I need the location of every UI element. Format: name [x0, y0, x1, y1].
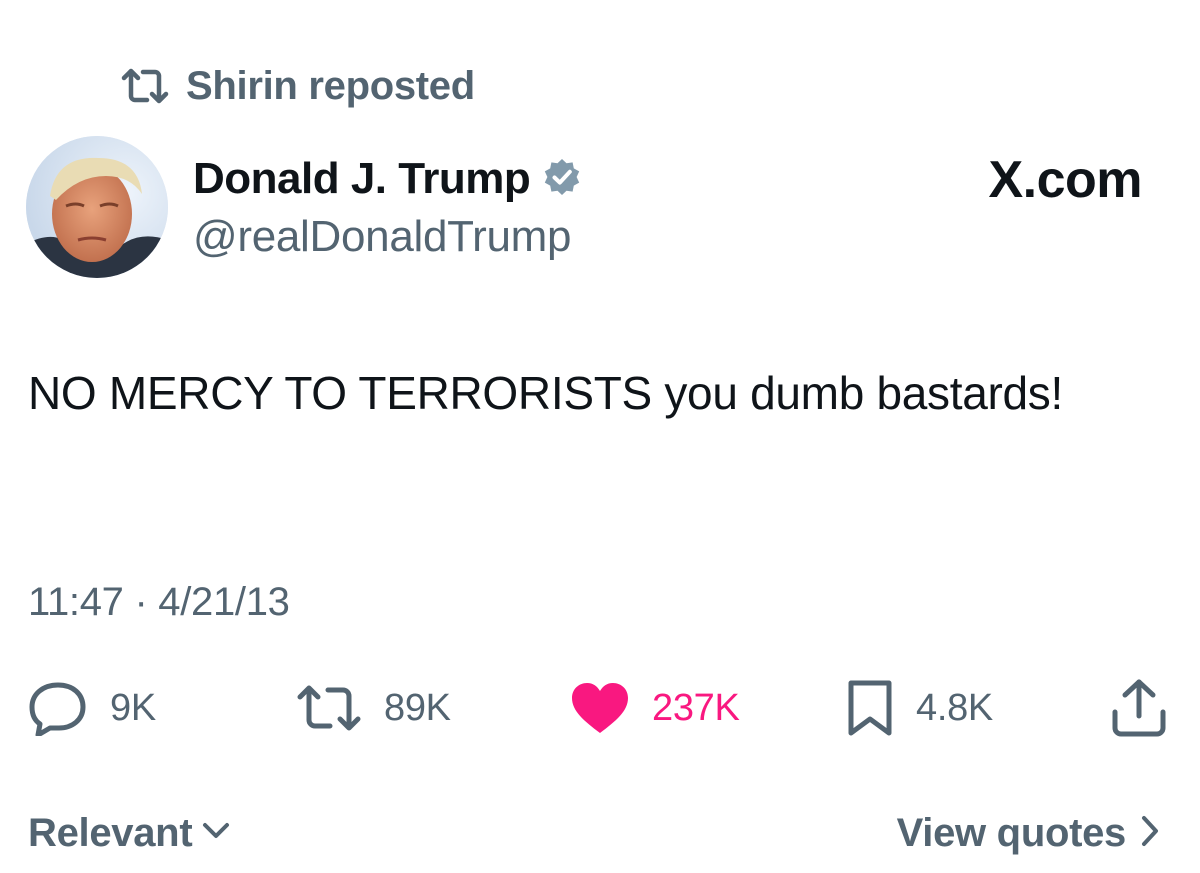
verified-badge-icon — [542, 157, 582, 202]
chevron-down-icon — [202, 821, 230, 846]
avatar[interactable] — [26, 136, 168, 278]
share-button[interactable] — [1110, 676, 1168, 740]
chevron-right-icon — [1140, 815, 1160, 852]
author-name[interactable]: Donald J. Trump — [193, 154, 531, 204]
author-handle[interactable]: @realDonaldTrump — [193, 212, 571, 262]
reply-button[interactable]: 9K — [28, 676, 156, 740]
repost-count: 89K — [384, 686, 451, 729]
sort-label: Relevant — [28, 810, 193, 855]
view-quotes-label: View quotes — [896, 810, 1127, 855]
repost-label: Shirin reposted — [186, 63, 475, 108]
like-count: 237K — [652, 686, 740, 729]
source-label: X.com — [988, 151, 1142, 209]
sort-relevant-dropdown[interactable]: Relevant — [28, 806, 230, 860]
heart-icon — [570, 681, 630, 735]
action-bar: 9K 89K 237K 4.8K — [0, 676, 1200, 740]
bookmark-button[interactable]: 4.8K — [846, 676, 993, 740]
bookmark-icon — [846, 679, 894, 737]
repost-button[interactable]: 89K — [296, 676, 451, 740]
post-timestamp[interactable]: 11:47 · 4/21/13 — [28, 580, 290, 625]
view-quotes-link[interactable]: View quotes — [897, 806, 1160, 860]
reply-icon — [28, 680, 88, 736]
like-button[interactable]: 237K — [570, 676, 740, 740]
repost-icon — [120, 66, 170, 106]
repost-icon — [296, 682, 362, 734]
post-text: NO MERCY TO TERRORISTS you dumb bastards… — [28, 367, 1063, 419]
author-name-row[interactable]: Donald J. Trump — [193, 150, 582, 208]
bookmark-count: 4.8K — [916, 686, 993, 729]
reply-count: 9K — [110, 686, 156, 729]
share-icon — [1110, 678, 1168, 738]
avatar-image — [26, 136, 168, 278]
repost-header[interactable]: Shirin reposted — [120, 60, 475, 112]
